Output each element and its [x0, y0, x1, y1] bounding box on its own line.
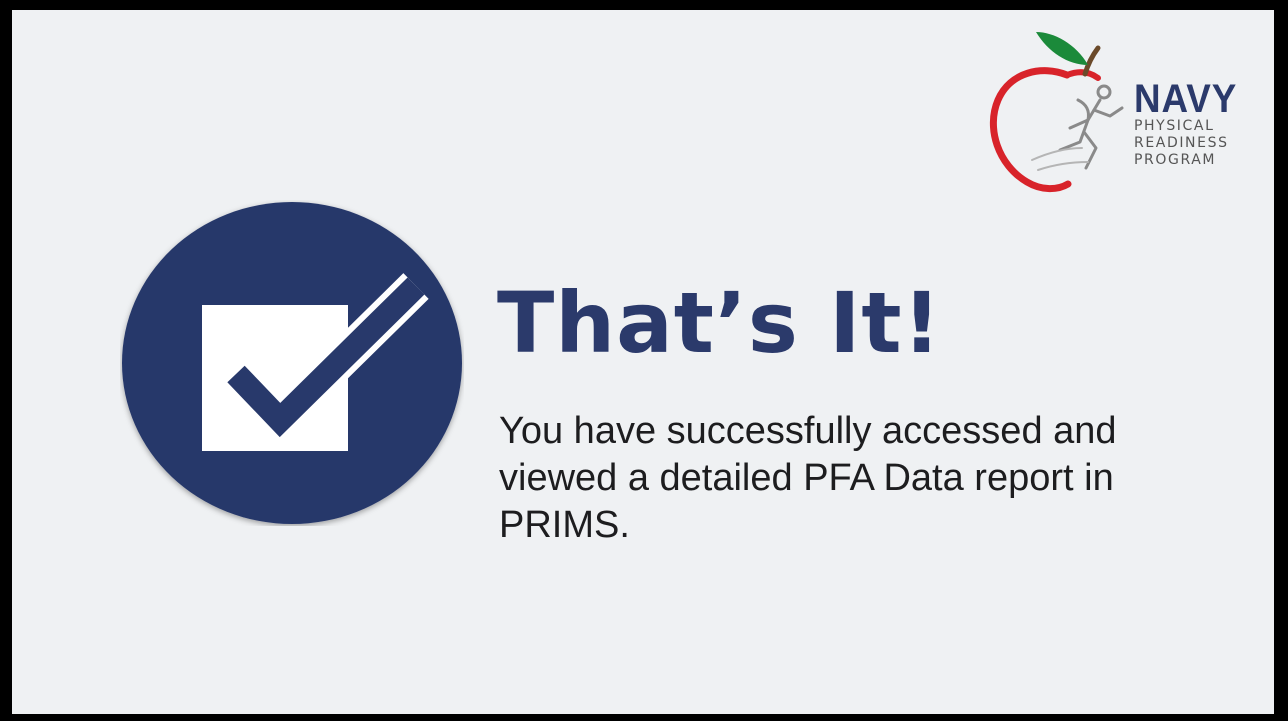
completion-badge: [120, 200, 464, 526]
checkbox-checked-icon: [122, 202, 462, 524]
logo-line-program: PROGRAM: [1134, 152, 1217, 168]
logo-text: NAVY PHYSICAL READINESS PROGRAM: [1134, 77, 1260, 169]
completion-message: You have successfully accessed and viewe…: [499, 410, 1117, 546]
slide-canvas: NAVY PHYSICAL READINESS PROGRAM That’s I…: [12, 10, 1274, 714]
apple-runner-icon: [989, 32, 1124, 193]
navy-prp-logo: NAVY PHYSICAL READINESS PROGRAM: [972, 20, 1262, 200]
logo-navy-word: NAVY: [1134, 77, 1238, 121]
logo-line-readiness: READINESS: [1134, 135, 1229, 151]
page-title: That’s It!: [497, 274, 942, 372]
